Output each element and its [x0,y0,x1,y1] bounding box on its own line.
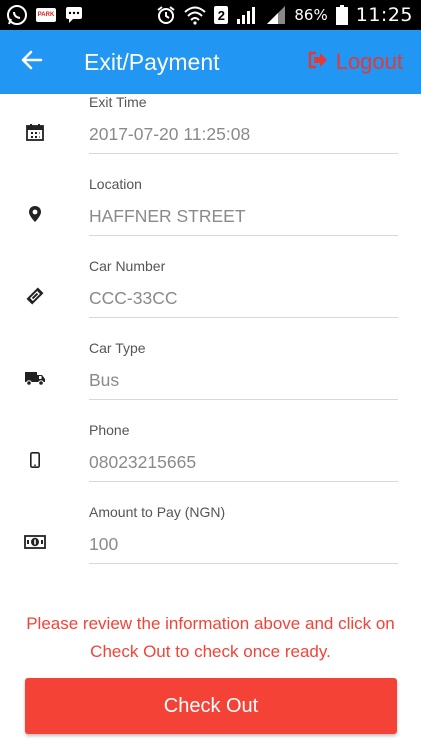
amount-value[interactable]: 100 [89,534,118,555]
sim-slot-indicator: 2 [214,6,229,24]
exit-time-field: Exit Time 2017-07-20 11:25:08 [0,94,421,176]
message-icon [64,5,84,25]
car-number-label: Car Number [89,258,166,274]
phone-underline [89,481,398,482]
check-out-button[interactable]: Check Out [25,678,397,734]
exit-payment-form: Exit Time 2017-07-20 11:25:08 Location H… [0,94,421,586]
car-type-value[interactable]: Bus [89,370,119,391]
phone-value[interactable]: 08023215665 [89,452,196,473]
battery-icon [335,5,348,25]
wifi-icon [184,5,207,25]
car-number-underline [89,317,398,318]
car-type-field: Car Type Bus [0,340,421,422]
logout-label: Logout [335,49,403,74]
alarm-icon [156,5,176,25]
signal-secondary-icon [266,5,286,25]
car-type-underline [89,399,398,400]
parking-app-icon: PARK [36,8,56,22]
mobile-phone-icon [24,449,46,471]
status-time: 11:25 [355,4,413,26]
page-title: Exit/Payment [84,48,220,75]
exit-time-underline [89,153,398,154]
money-icon [24,531,46,553]
battery-percentage: 86% [294,6,328,24]
truck-icon [24,367,46,389]
ticket-icon [24,285,46,307]
phone-field: Phone 08023215665 [0,422,421,504]
amount-field: Amount to Pay (NGN) 100 [0,504,421,586]
status-bar-left: PARK [6,4,84,26]
sign-out-icon [308,49,328,75]
status-bar: PARK 2 86% 11:25 [0,0,421,30]
car-number-value[interactable]: CCC-33CC [89,288,177,309]
location-label: Location [89,176,142,192]
location-pin-icon [24,203,46,225]
location-underline [89,235,398,236]
status-bar-right: 2 86% 11:25 [156,4,413,26]
signal-icon [236,5,258,25]
car-type-label: Car Type [89,340,146,356]
amount-underline [89,563,398,564]
back-button[interactable] [0,30,64,94]
app-bar: Exit/Payment Logout [0,30,421,94]
exit-time-label: Exit Time [89,94,147,110]
exit-time-value[interactable]: 2017-07-20 11:25:08 [89,124,250,145]
calendar-icon [24,121,46,143]
review-notice: Please review the information above and … [26,614,395,661]
location-value[interactable]: HAFFNER STREET [89,206,246,227]
phone-label: Phone [89,422,130,438]
whatsapp-icon [6,4,28,26]
arrow-left-icon [21,49,43,76]
location-field: Location HAFFNER STREET [0,176,421,258]
logout-button[interactable]: Logout [308,49,421,75]
car-number-field: Car Number CCC-33CC [0,258,421,340]
amount-label: Amount to Pay (NGN) [89,504,226,520]
